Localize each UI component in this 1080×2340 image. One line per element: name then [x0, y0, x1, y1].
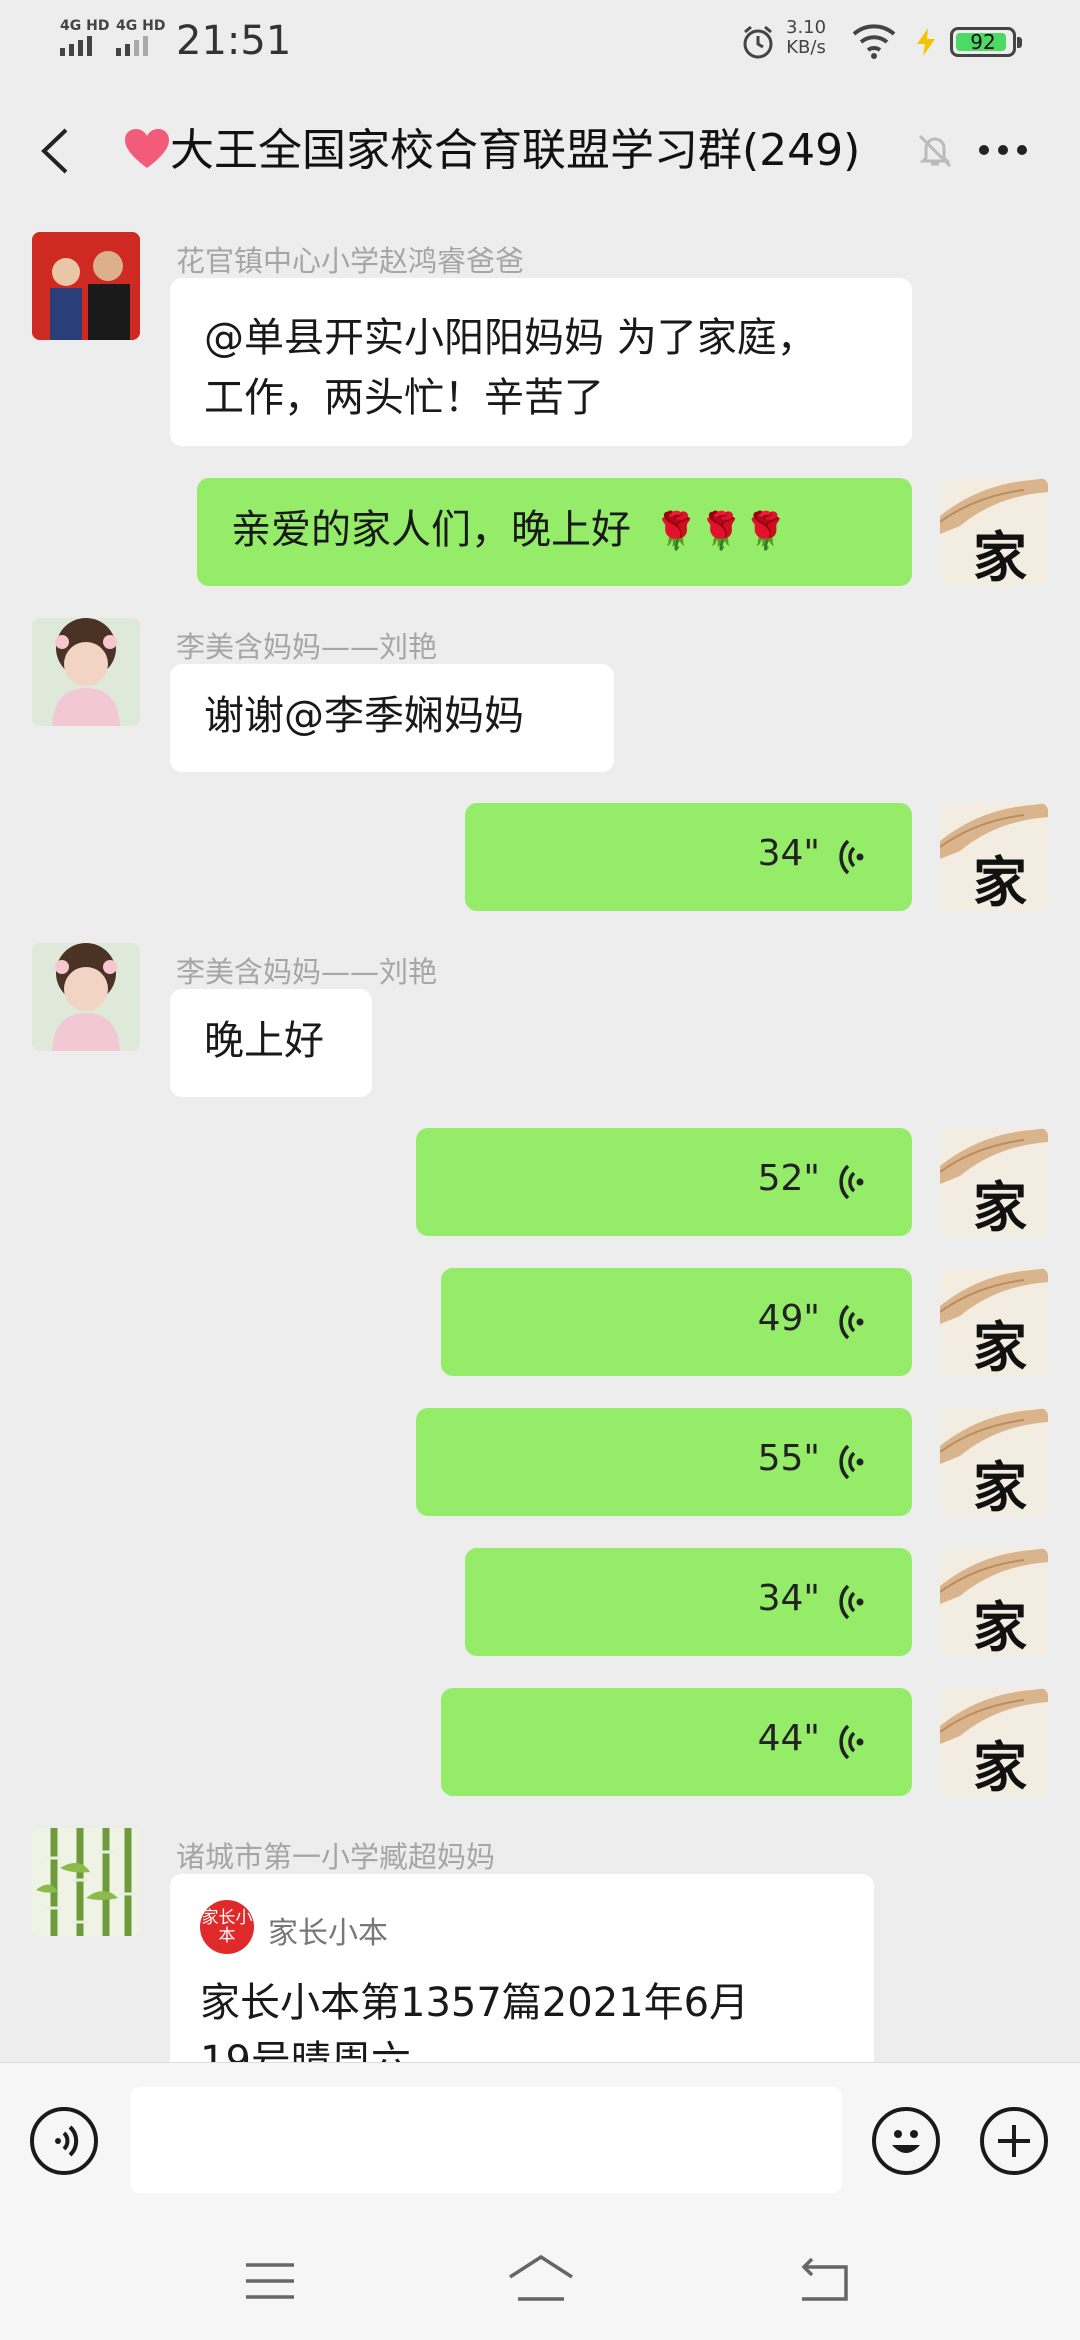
sender-name: 诸城市第一小学臧超妈妈	[176, 1840, 496, 1874]
message-bubble[interactable]: 亲爱的家人们，晚上好 🌹🌹🌹	[197, 478, 912, 586]
menu-icon[interactable]	[244, 2261, 296, 2301]
avatar-character: 家	[973, 1315, 1027, 1376]
input-bar	[0, 2062, 1080, 2218]
avatar[interactable]: 家	[940, 1128, 1048, 1236]
heart-emoji	[125, 129, 169, 168]
avatar[interactable]: 家	[940, 1408, 1048, 1516]
message-bubble[interactable]: 谢谢@李季娴妈妈	[170, 664, 614, 772]
avatar[interactable]: 家	[940, 478, 1048, 586]
voice-wave-icon	[839, 1584, 864, 1620]
status-time: 21:51	[176, 18, 292, 64]
sim2-label: 4G HD	[116, 18, 166, 34]
voice-message[interactable]: 34"	[465, 1548, 912, 1656]
app-logo: 家长小本	[200, 1900, 254, 1954]
message-text: 晚上好	[204, 1018, 324, 1064]
more-icon[interactable]	[978, 144, 1028, 156]
voice-wave-icon	[839, 1164, 864, 1200]
avatar-character: 家	[973, 850, 1027, 911]
mute-bell-icon	[918, 134, 952, 168]
chat-header: 大王全国家校合育联盟学习群(249)	[0, 84, 1080, 214]
voice-wave-icon	[839, 1724, 864, 1760]
voice-input-icon[interactable]	[30, 2107, 98, 2175]
avatar[interactable]	[32, 232, 140, 340]
message-input[interactable]	[130, 2087, 842, 2193]
card-title: 家长小本第1357篇2021年6月 19号晴周六	[200, 1980, 750, 2064]
message-text: 谢谢@李季娴妈妈	[204, 693, 524, 739]
sim1-signal-icon	[60, 36, 92, 56]
voice-duration: 49"	[757, 1298, 820, 1339]
sender-name: 李美含妈妈——刘艳	[176, 955, 438, 989]
voice-duration: 55"	[757, 1438, 820, 1479]
back-nav-icon[interactable]	[796, 2257, 850, 2305]
charging-icon	[917, 28, 935, 56]
avatar[interactable]	[32, 618, 140, 726]
battery-indicator: 92	[950, 27, 1022, 57]
avatar-character: 家	[973, 1455, 1027, 1516]
message-text: 亲爱的家人们，晚上好	[231, 507, 631, 553]
message-text: 工作，两头忙！辛苦了	[204, 375, 604, 421]
page-title: 大王全国家校合育联盟学习群(249)	[170, 125, 861, 176]
home-icon[interactable]	[506, 2253, 576, 2303]
emoji-icon[interactable]	[872, 2107, 940, 2175]
voice-message[interactable]: 55"	[416, 1408, 912, 1516]
message-text: @单县开实小阳阳妈妈 为了家庭，	[204, 315, 817, 361]
avatar[interactable]: 家	[940, 1268, 1048, 1376]
voice-message[interactable]: 52"	[416, 1128, 912, 1236]
message-bubble[interactable]: @单县开实小阳阳妈妈 为了家庭， 工作，两头忙！辛苦了	[170, 278, 912, 446]
voice-message[interactable]: 44"	[441, 1688, 912, 1796]
status-bar: 4G HD 4G HD 21:51 3.10 KB/s 92	[0, 0, 1080, 84]
sender-name: 花官镇中心小学赵鸿睿爸爸	[176, 244, 525, 278]
sender-name: 李美含妈妈——刘艳	[176, 630, 438, 664]
voice-message[interactable]: 34"	[465, 803, 912, 911]
avatar-character: 家	[973, 525, 1027, 586]
back-icon[interactable]	[36, 126, 76, 176]
alarm-icon	[743, 25, 773, 59]
network-speed: 3.10 KB/s	[786, 17, 827, 58]
avatar-character: 家	[973, 1595, 1027, 1656]
rose-emoji: 🌹🌹🌹	[653, 511, 789, 552]
sim2-signal-icon	[116, 36, 148, 56]
voice-duration: 34"	[757, 1578, 820, 1619]
link-card[interactable]: 家长小本 家长小本 家长小本第1357篇2021年6月 19号晴周六	[170, 1874, 874, 2064]
plus-icon[interactable]	[980, 2107, 1048, 2175]
avatar[interactable]: 家	[940, 1548, 1048, 1656]
card-source: 家长小本	[268, 1916, 388, 1951]
avatar[interactable]	[32, 1828, 140, 1936]
voice-duration: 34"	[757, 833, 820, 874]
avatar[interactable]: 家	[940, 1688, 1048, 1796]
voice-message[interactable]: 49"	[441, 1268, 912, 1376]
voice-duration: 52"	[757, 1158, 820, 1199]
system-nav-bar	[0, 2217, 1080, 2340]
sim1-label: 4G HD	[60, 18, 110, 34]
avatar-character: 家	[973, 1175, 1027, 1236]
avatar[interactable]: 家	[940, 803, 1048, 911]
avatar[interactable]	[32, 943, 140, 1051]
voice-wave-icon	[839, 839, 864, 875]
message-bubble[interactable]: 晚上好	[170, 989, 372, 1097]
voice-wave-icon	[839, 1444, 864, 1480]
voice-duration: 44"	[757, 1718, 820, 1759]
voice-wave-icon	[839, 1304, 864, 1340]
wifi-icon	[852, 24, 896, 59]
avatar-character: 家	[973, 1735, 1027, 1796]
